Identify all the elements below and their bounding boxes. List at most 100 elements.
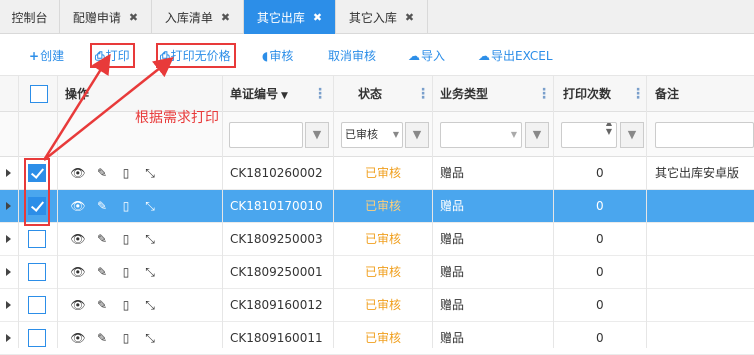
audit-button[interactable]: ◖审核: [262, 47, 293, 64]
doc-no-cell: CK1809160012: [230, 298, 323, 312]
eye-icon[interactable]: 👁: [66, 256, 90, 289]
bookmark-icon[interactable]: ▯: [114, 289, 138, 322]
collapse-icon[interactable]: ⤡: [138, 322, 162, 355]
doc-no-cell: CK1809250003: [230, 232, 323, 246]
remark-cell: 其它出库安卓版: [655, 166, 740, 180]
tab-bar: 控制台 配赠申请 ✖ 入库清单 ✖ 其它出库 ✖ 其它入库 ✖: [0, 0, 754, 34]
column-menu-icon[interactable]: ⋮: [537, 86, 551, 102]
biz-type-cell: 赠品: [440, 298, 465, 312]
tab-other-inbound[interactable]: 其它入库 ✖: [336, 0, 428, 34]
biz-type-cell: 赠品: [440, 265, 465, 279]
print-count-cell: 0: [596, 232, 604, 246]
pencil-icon[interactable]: ✎: [90, 322, 114, 355]
bookmark-icon[interactable]: ▯: [114, 157, 138, 190]
audit-label: 审核: [269, 49, 294, 63]
column-header-biz-type: 业务类型: [440, 87, 489, 101]
close-icon[interactable]: ✖: [313, 11, 322, 24]
status-cell: 已审核: [365, 199, 402, 213]
status-cell: 已审核: [365, 265, 402, 279]
filter-icon[interactable]: ▼: [525, 122, 549, 148]
row-expand-icon[interactable]: [6, 235, 11, 243]
stepper-arrows-icon[interactable]: ▲ ▼: [606, 123, 612, 136]
remark-filter-input[interactable]: [655, 122, 754, 148]
column-header-doc-no[interactable]: 单证编号 ▼: [230, 76, 288, 112]
biz-type-filter-select[interactable]: ▼: [440, 122, 522, 148]
collapse-icon[interactable]: ⤡: [138, 190, 162, 223]
column-menu-icon[interactable]: ⋮: [416, 86, 430, 102]
bookmark-icon[interactable]: ▯: [114, 256, 138, 289]
filter-icon[interactable]: ▼: [405, 122, 429, 148]
print-count-cell: 0: [596, 265, 604, 279]
bookmark-icon[interactable]: ▯: [114, 322, 138, 355]
table-row[interactable]: 👁 ✎ ▯ ⤡ CK1809250003 已审核 赠品 0: [0, 223, 754, 256]
column-header-status: 状态: [358, 87, 383, 101]
row-expand-icon[interactable]: [6, 301, 11, 309]
pencil-icon[interactable]: ✎: [90, 289, 114, 322]
row-actions: 👁 ✎ ▯ ⤡: [66, 190, 162, 223]
row-expand-icon[interactable]: [6, 268, 11, 276]
pencil-icon[interactable]: ✎: [90, 190, 114, 223]
create-button[interactable]: +创建: [29, 47, 64, 64]
print-count-stepper[interactable]: ▲ ▼: [561, 122, 617, 148]
export-excel-button[interactable]: ☁导出EXCEL: [478, 47, 553, 64]
close-icon[interactable]: ✖: [129, 11, 138, 24]
tab-console[interactable]: 控制台: [0, 0, 60, 34]
row-expand-icon[interactable]: [6, 169, 11, 177]
bookmark-icon[interactable]: ▯: [114, 190, 138, 223]
row-actions: 👁 ✎ ▯ ⤡: [66, 322, 162, 355]
eye-icon[interactable]: 👁: [66, 190, 90, 223]
column-menu-icon[interactable]: ⋮: [313, 86, 327, 102]
column-menu-icon[interactable]: ⋮: [631, 86, 645, 102]
eye-icon[interactable]: 👁: [66, 157, 90, 190]
import-label: 导入: [421, 49, 446, 63]
status-filter-value: 已审核: [345, 128, 378, 141]
sort-down-icon[interactable]: ▼: [281, 91, 288, 101]
chevron-down-icon: ▼: [510, 130, 517, 139]
chevron-down-icon: ▼: [392, 130, 399, 139]
column-header-print-count: 打印次数: [563, 87, 612, 101]
close-icon[interactable]: ✖: [405, 11, 414, 24]
import-button[interactable]: ☁导入: [408, 47, 445, 64]
collapse-icon[interactable]: ⤡: [138, 157, 162, 190]
row-actions: 👁 ✎ ▯ ⤡: [66, 289, 162, 322]
doc-no-cell: CK1809250001: [230, 265, 323, 279]
table-row[interactable]: 👁 ✎ ▯ ⤡ CK1810170010 已审核 赠品 0: [0, 190, 754, 223]
doc-no-filter-input[interactable]: [229, 122, 303, 148]
row-expand-icon[interactable]: [6, 202, 11, 210]
eye-icon[interactable]: 👁: [66, 289, 90, 322]
table-row[interactable]: 👁 ✎ ▯ ⤡ CK1809160011 已审核 赠品 0: [0, 322, 754, 355]
eye-icon[interactable]: 👁: [66, 322, 90, 355]
pencil-icon[interactable]: ✎: [90, 223, 114, 256]
filter-icon[interactable]: ▼: [620, 122, 644, 148]
collapse-icon[interactable]: ⤡: [138, 223, 162, 256]
table-row[interactable]: 👁 ✎ ▯ ⤡ CK1809250001 已审核 赠品 0: [0, 256, 754, 289]
pencil-icon[interactable]: ✎: [90, 157, 114, 190]
cancel-audit-label: 取消审核: [328, 49, 377, 63]
print-no-price-highlight-box: [156, 43, 236, 68]
cancel-audit-button[interactable]: 取消审核: [328, 47, 376, 64]
select-all-checkbox[interactable]: [30, 85, 48, 103]
tab-other-outbound[interactable]: 其它出库 ✖: [244, 0, 336, 34]
checkbox-highlight-box: [24, 158, 50, 226]
tab-inbound-list[interactable]: 入库清单 ✖: [152, 0, 244, 34]
close-icon[interactable]: ✖: [221, 11, 230, 24]
tab-gift-application[interactable]: 配赠申请 ✖: [60, 0, 152, 34]
row-checkbox[interactable]: [28, 329, 46, 347]
table-row[interactable]: 👁 ✎ ▯ ⤡ CK1809160012 已审核 赠品 0: [0, 289, 754, 322]
row-checkbox[interactable]: [28, 263, 46, 281]
status-cell: 已审核: [365, 331, 402, 345]
row-checkbox[interactable]: [28, 296, 46, 314]
collapse-icon[interactable]: ⤡: [138, 289, 162, 322]
status-cell: 已审核: [365, 166, 402, 180]
pencil-icon[interactable]: ✎: [90, 256, 114, 289]
row-expand-icon[interactable]: [6, 334, 11, 342]
doc-no-cell: CK1809160011: [230, 331, 323, 345]
status-filter-select[interactable]: 已审核 ▼: [341, 122, 403, 148]
table-row[interactable]: 👁 ✎ ▯ ⤡ CK1810260002 已审核 赠品 0 其它出库安卓版: [0, 157, 754, 190]
cloud-download-icon: ☁: [478, 49, 490, 63]
collapse-icon[interactable]: ⤡: [138, 256, 162, 289]
eye-icon[interactable]: 👁: [66, 223, 90, 256]
bookmark-icon[interactable]: ▯: [114, 223, 138, 256]
filter-icon[interactable]: ▼: [305, 122, 329, 148]
row-checkbox[interactable]: [28, 230, 46, 248]
